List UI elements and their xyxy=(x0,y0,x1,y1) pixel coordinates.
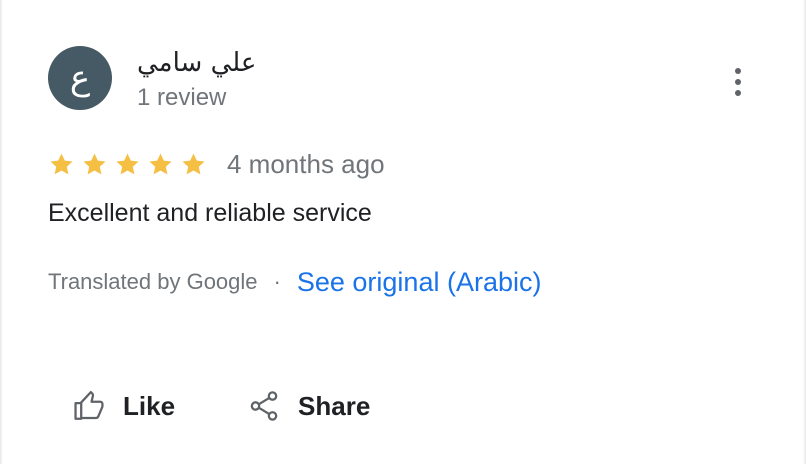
star-icon xyxy=(81,151,108,178)
share-button[interactable]: Share xyxy=(247,389,370,423)
card-left-edge xyxy=(0,0,3,464)
separator-dot: · xyxy=(273,269,281,294)
more-options-button[interactable] xyxy=(722,64,754,100)
star-icon xyxy=(114,151,141,178)
star-icon xyxy=(147,151,174,178)
avatar-initial: ع xyxy=(69,58,91,98)
review-count[interactable]: 1 review xyxy=(137,83,226,113)
more-vert-icon xyxy=(735,68,741,96)
translation-row: Translated by Google · See original (Ara… xyxy=(48,264,541,300)
see-original-link[interactable]: See original (Arabic) xyxy=(297,267,542,298)
review-card: ع علي سامي 1 review 4 months ago Excelle… xyxy=(0,0,806,464)
translated-by-label: Translated by Google xyxy=(48,269,258,294)
rating-row: 4 months ago xyxy=(48,146,385,182)
star-icon xyxy=(180,151,207,178)
star-icon xyxy=(48,151,75,178)
share-icon xyxy=(247,389,281,423)
review-timestamp: 4 months ago xyxy=(227,149,385,179)
thumb-up-icon xyxy=(72,389,106,423)
avatar[interactable]: ع xyxy=(48,46,112,110)
review-actions: Like Share xyxy=(72,384,370,428)
like-button[interactable]: Like xyxy=(72,389,175,423)
review-text: Excellent and reliable service xyxy=(48,199,372,227)
author-name[interactable]: علي سامي xyxy=(137,47,256,79)
share-label: Share xyxy=(298,390,371,421)
like-label: Like xyxy=(123,390,176,421)
star-rating xyxy=(48,151,207,178)
